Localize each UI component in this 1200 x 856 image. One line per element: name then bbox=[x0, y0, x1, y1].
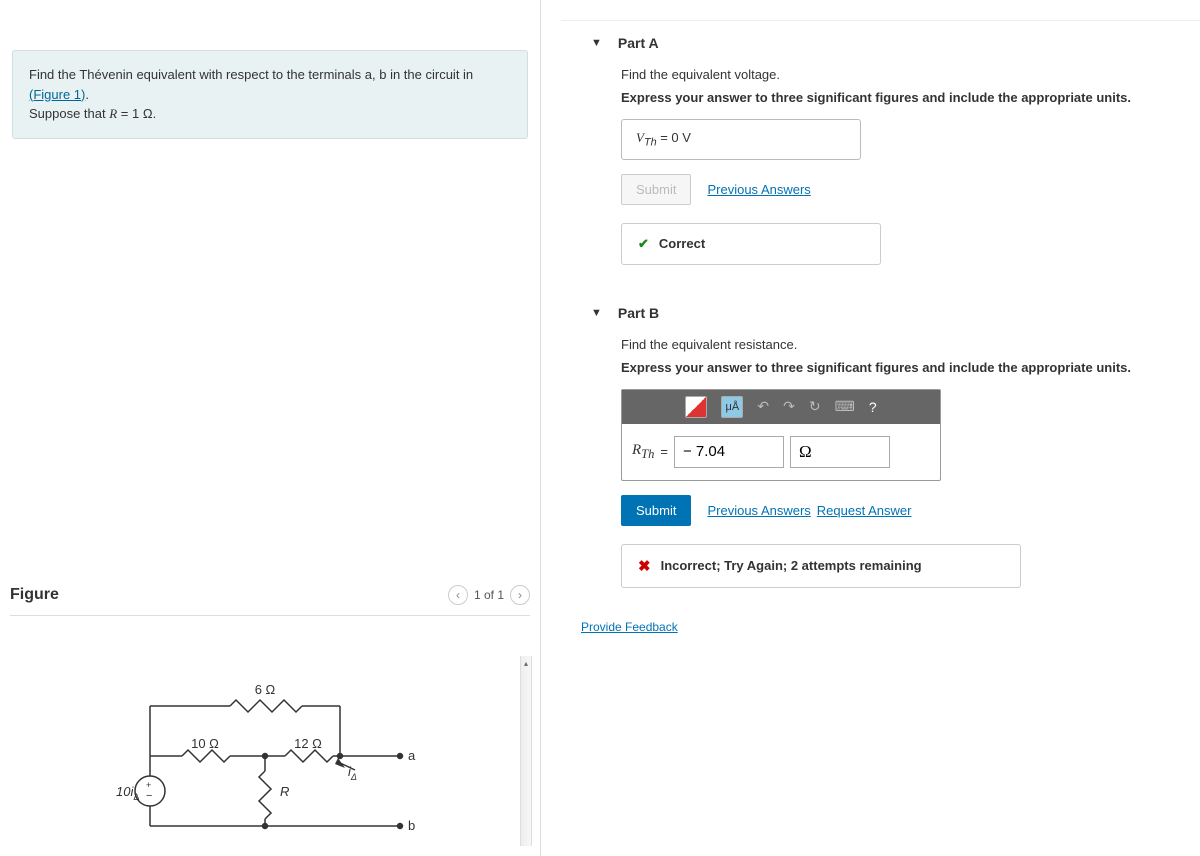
pager-text: 1 of 1 bbox=[474, 588, 504, 602]
part-b-body: Find the equivalent resistance. Express … bbox=[561, 337, 1200, 608]
part-a-header[interactable]: ▼ Part A bbox=[561, 27, 1200, 67]
vth-val: = 0 V bbox=[657, 130, 691, 145]
figure-section: Figure ‹ 1 of 1 › ▴ bbox=[0, 579, 540, 856]
r12-label: 12 Ω bbox=[294, 736, 322, 751]
scroll-up-icon: ▴ bbox=[521, 656, 531, 670]
caret-down-icon: ▼ bbox=[591, 307, 602, 319]
part-a-answer-box: VTh = 0 V bbox=[621, 119, 861, 160]
figure-body: ▴ bbox=[10, 656, 530, 846]
suppose-var: R bbox=[109, 106, 117, 121]
part-a-instruction2: Express your answer to three significant… bbox=[621, 90, 1180, 105]
undo-icon[interactable]: ↶ bbox=[757, 398, 769, 415]
part-b-submit-button[interactable]: Submit bbox=[621, 495, 691, 526]
part-b-instruction2: Express your answer to three significant… bbox=[621, 360, 1180, 375]
part-b-feedback: ✖ Incorrect; Try Again; 2 attempts remai… bbox=[621, 544, 1021, 588]
vth-var: V bbox=[636, 130, 644, 145]
answer-toolbar: μÅ ↶ ↷ ↻ ⌨ ? bbox=[622, 390, 940, 424]
part-a-feedback-text: Correct bbox=[659, 236, 705, 251]
part-a-previous-answers-link[interactable]: Previous Answers bbox=[707, 182, 810, 197]
part-b-request-answer-link[interactable]: Request Answer bbox=[817, 503, 912, 518]
vth-sub: Th bbox=[644, 137, 657, 149]
x-icon: ✖ bbox=[638, 557, 651, 575]
pager-prev-button[interactable]: ‹ bbox=[448, 585, 468, 605]
part-a-title: Part A bbox=[618, 35, 659, 51]
svg-text:+: + bbox=[146, 780, 151, 790]
check-icon: ✔ bbox=[638, 236, 649, 252]
part-b-answer-widget: μÅ ↶ ↷ ↻ ⌨ ? RTh = bbox=[621, 389, 941, 481]
figure-title: Figure bbox=[10, 586, 59, 604]
rth-var: RTh bbox=[632, 442, 654, 462]
template-icon[interactable] bbox=[685, 396, 707, 418]
reset-icon[interactable]: ↻ bbox=[809, 398, 821, 415]
svg-text:−: − bbox=[146, 790, 152, 802]
figure-link[interactable]: (Figure 1) bbox=[29, 87, 85, 102]
problem-statement: Find the Thévenin equivalent with respec… bbox=[12, 50, 528, 139]
terminal-b-label: b bbox=[408, 818, 415, 833]
part-b-title: Part B bbox=[618, 305, 659, 321]
rth-value-input[interactable] bbox=[674, 436, 784, 468]
help-icon[interactable]: ? bbox=[869, 399, 877, 415]
provide-feedback-link[interactable]: Provide Feedback bbox=[561, 608, 678, 634]
redo-icon[interactable]: ↷ bbox=[783, 398, 795, 415]
part-b-previous-answers-link[interactable]: Previous Answers bbox=[707, 503, 810, 518]
part-a-submit-button: Submit bbox=[621, 174, 691, 205]
keyboard-icon[interactable]: ⌨ bbox=[835, 398, 855, 415]
part-b-header[interactable]: ▼ Part B bbox=[561, 297, 1200, 337]
part-b-feedback-text: Incorrect; Try Again; 2 attempts remaini… bbox=[661, 558, 922, 573]
rth-eq: = bbox=[660, 444, 668, 459]
figure-pager: ‹ 1 of 1 › bbox=[448, 585, 530, 605]
rth-unit-input[interactable] bbox=[790, 436, 890, 468]
problem-text-prefix: Find the Thévenin equivalent with respec… bbox=[29, 67, 473, 82]
rR-label: R bbox=[280, 784, 289, 799]
r10-label: 10 Ω bbox=[191, 736, 219, 751]
part-a-feedback: ✔ Correct bbox=[621, 223, 881, 265]
terminal-a-label: a bbox=[408, 748, 416, 763]
suppose-eq: = 1 Ω. bbox=[117, 106, 156, 121]
suppose-prefix: Suppose that bbox=[29, 106, 109, 121]
part-a-instruction1: Find the equivalent voltage. bbox=[621, 67, 1180, 82]
figure-scroll[interactable]: ▴ bbox=[520, 656, 532, 846]
circuit-diagram: + − 6 Ω 10 Ω 12 Ω R 10iΔ iΔ a b bbox=[110, 676, 430, 846]
is-label: iΔ bbox=[348, 764, 357, 782]
part-b-instruction1: Find the equivalent resistance. bbox=[621, 337, 1180, 352]
r6-label: 6 Ω bbox=[255, 682, 276, 697]
part-a-body: Find the equivalent voltage. Express you… bbox=[561, 67, 1200, 285]
units-icon[interactable]: μÅ bbox=[721, 396, 743, 418]
pager-next-button[interactable]: › bbox=[510, 585, 530, 605]
caret-down-icon: ▼ bbox=[591, 37, 602, 49]
problem-text-suffix: . bbox=[85, 87, 89, 102]
